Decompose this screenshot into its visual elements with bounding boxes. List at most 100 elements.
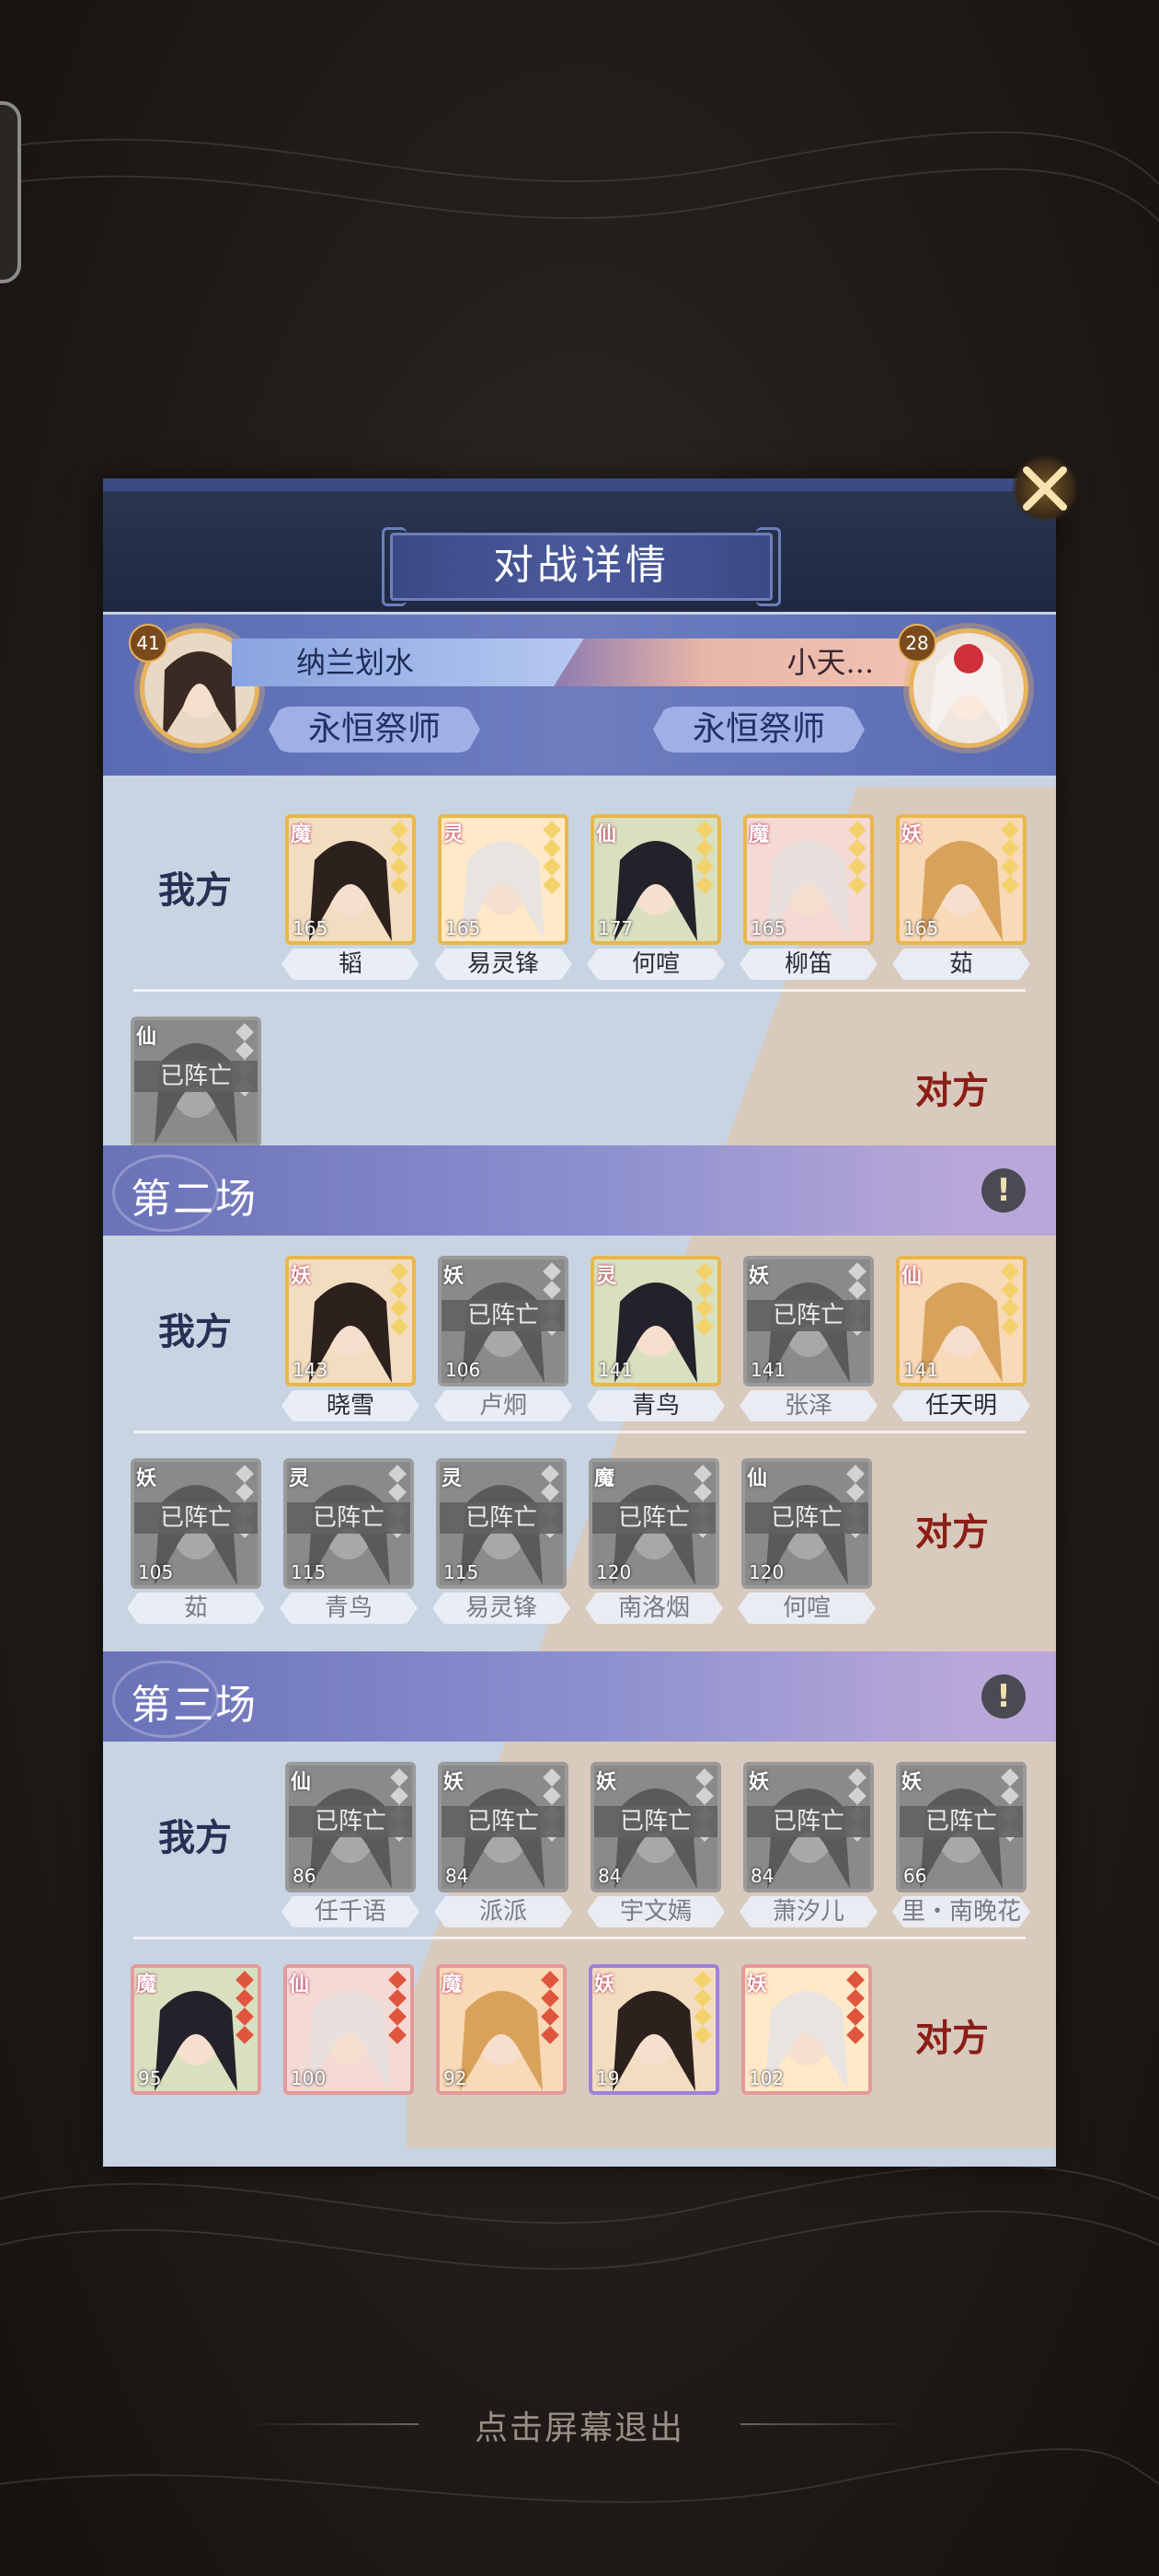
hero-card[interactable]: 妖 102 [741, 1964, 872, 2095]
hero-race-badge: 仙 [747, 1466, 768, 1490]
hero-name: 何喧 [587, 949, 725, 980]
hero-card[interactable]: 仙已阵亡 [131, 1017, 261, 1147]
hero-card[interactable]: 灵 141 [591, 1256, 721, 1386]
hero-level: 84 [445, 1865, 469, 1887]
star-rank-icon [695, 821, 715, 897]
match-title: 第二场 [131, 1176, 258, 1223]
hero-race-badge: 灵 [443, 822, 465, 846]
our-side-label: 我方 [158, 1816, 232, 1859]
hero-card[interactable]: 妖 165 [896, 814, 1027, 945]
hero-name: 青鸟 [280, 1593, 418, 1624]
hero-level: 66 [903, 1865, 927, 1887]
exit-hint[interactable]: 点击屏幕退出 [0, 2401, 1159, 2449]
hero-level: 141 [751, 1359, 786, 1381]
dead-status-badge: 已阵亡 [594, 1806, 717, 1837]
right-player-rank: 永恒祭师 [653, 707, 865, 753]
hero-race-badge: 妖 [901, 1770, 923, 1794]
right-player-name: 小天... [554, 638, 929, 686]
hero-name: 韬 [281, 949, 419, 980]
hero-level: 165 [445, 917, 481, 939]
hero-name: 任天明 [892, 1390, 1030, 1421]
hero-card[interactable]: 妖 19 [589, 1964, 719, 2095]
hero-card[interactable]: 妖 143 [285, 1256, 416, 1386]
star-rank-icon [235, 1971, 255, 2047]
dead-status-badge: 已阵亡 [745, 1502, 868, 1534]
match-title: 第三场 [131, 1682, 258, 1729]
hero-card[interactable]: 灵 115 已阵亡 [436, 1458, 567, 1589]
hero-race-badge: 灵 [289, 1466, 310, 1490]
hero-race-badge: 仙 [289, 1972, 310, 1996]
dead-status-badge: 已阵亡 [747, 1806, 870, 1837]
star-rank-icon [541, 1971, 560, 2047]
dead-status-badge: 已阵亡 [442, 1300, 565, 1331]
hero-race-badge: 灵 [442, 1466, 463, 1490]
hero-race-badge: 仙 [291, 1770, 312, 1794]
hero-card[interactable]: 妖 84 已阵亡 [438, 1762, 568, 1892]
hero-name: 易灵锋 [432, 1593, 570, 1624]
hero-level: 106 [445, 1359, 481, 1381]
star-rank-icon [1001, 1262, 1020, 1339]
hero-name: 南洛烟 [585, 1593, 723, 1624]
hero-race-badge: 魔 [291, 822, 312, 846]
hero-card[interactable]: 灵 115 已阵亡 [283, 1458, 414, 1589]
hero-card[interactable]: 灵 165 [438, 814, 568, 945]
hero-name: 茹 [892, 949, 1030, 980]
hero-card[interactable]: 仙 141 [896, 1256, 1027, 1386]
hero-card[interactable]: 仙 86 已阵亡 [285, 1762, 416, 1892]
hero-level: 105 [138, 1561, 174, 1583]
hero-name: 卢炯 [434, 1390, 572, 1421]
hero-card[interactable]: 妖 84 已阵亡 [591, 1762, 721, 1892]
hero-card[interactable]: 仙 120 已阵亡 [741, 1458, 872, 1589]
hero-race-badge: 妖 [901, 822, 923, 846]
hero-race-badge: 魔 [442, 1972, 463, 1996]
left-player-rank: 永恒祭师 [269, 707, 480, 753]
dead-status-badge: 已阵亡 [134, 1502, 258, 1534]
hero-name: 茹 [127, 1593, 265, 1624]
our-side-label: 我方 [158, 868, 232, 912]
dead-status-badge: 已阵亡 [287, 1502, 410, 1534]
hero-card[interactable]: 魔 120 已阵亡 [589, 1458, 719, 1589]
hero-card[interactable]: 仙 100 [283, 1964, 414, 2095]
dead-status-badge: 已阵亡 [442, 1806, 565, 1837]
hero-name: 青鸟 [587, 1390, 725, 1421]
hero-name: 里・南晚花 [892, 1896, 1030, 1927]
hero-level: 115 [443, 1561, 479, 1583]
dead-status-badge: 已阵亡 [134, 1061, 258, 1092]
hero-card[interactable]: 魔 165 [743, 814, 874, 945]
hero-level: 86 [293, 1865, 316, 1887]
hero-race-badge: 妖 [291, 1264, 312, 1288]
hero-race-badge: 妖 [749, 1770, 770, 1794]
hero-level: 115 [291, 1561, 327, 1583]
dead-status-badge: 已阵亡 [592, 1502, 716, 1534]
hero-card[interactable]: 魔 92 [436, 1964, 567, 2095]
hero-race-badge: 妖 [596, 1770, 617, 1794]
close-button[interactable] [1012, 455, 1078, 522]
dead-status-badge: 已阵亡 [900, 1806, 1023, 1837]
hero-card[interactable]: 魔 165 [285, 814, 416, 945]
hero-card[interactable]: 妖 106 已阵亡 [438, 1256, 568, 1386]
hero-level: 84 [751, 1865, 775, 1887]
left-player-level: 41 [129, 624, 167, 662]
close-icon [1023, 466, 1067, 511]
hero-name: 萧汐儿 [740, 1896, 878, 1927]
match-header-3: 第三场! [103, 1651, 1056, 1742]
hero-race-badge: 灵 [596, 1264, 617, 1288]
hero-level: 143 [293, 1359, 328, 1381]
hero-card[interactable]: 妖 141 已阵亡 [743, 1256, 874, 1386]
hero-card[interactable]: 妖 105 已阵亡 [131, 1458, 261, 1589]
hero-level: 165 [751, 917, 786, 939]
hero-race-badge: 妖 [443, 1264, 465, 1288]
hero-card[interactable]: 仙 177 [591, 814, 721, 945]
hero-card[interactable]: 魔 95 [131, 1964, 261, 2095]
hero-name: 任千语 [281, 1896, 419, 1927]
side-frame-decoration [0, 101, 21, 283]
dead-status-badge: 已阵亡 [440, 1502, 563, 1534]
star-rank-icon [848, 821, 867, 897]
hero-level: 100 [291, 2067, 327, 2089]
hero-card[interactable]: 妖 84 已阵亡 [743, 1762, 874, 1892]
star-rank-icon [694, 1971, 713, 2047]
info-icon[interactable]: ! [981, 1674, 1026, 1719]
hero-card[interactable]: 妖 66 已阵亡 [896, 1762, 1027, 1892]
info-icon[interactable]: ! [981, 1168, 1026, 1213]
hero-level: 165 [903, 917, 939, 939]
